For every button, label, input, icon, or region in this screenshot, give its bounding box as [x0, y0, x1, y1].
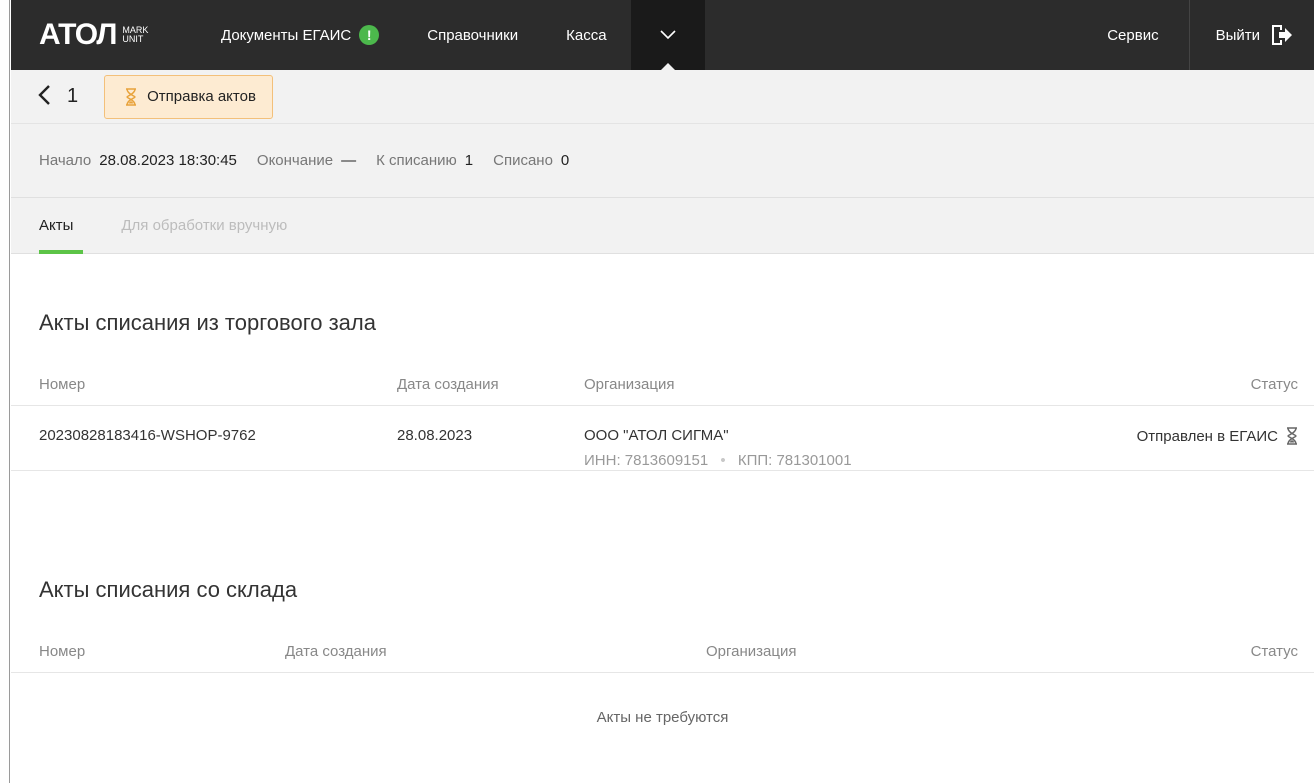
- column-header-status: Статус: [1250, 643, 1298, 660]
- start-value: 28.08.2023 18:30:45: [99, 152, 237, 169]
- end-value: —: [341, 152, 357, 169]
- status-badge: Отправка актов: [104, 74, 273, 119]
- chevron-down-icon: [659, 30, 676, 40]
- warehouse-section-title: Акты списания со склада: [39, 577, 298, 602]
- nav-directories-label: Справочники: [427, 26, 519, 44]
- org-inn: ИНН: 7813609151: [584, 452, 709, 469]
- table-row[interactable]: 20230828183416-WSHOP-9762 28.08.2023 ООО…: [11, 407, 1314, 471]
- nav-service-label: Сервис: [1107, 26, 1159, 44]
- column-header-date: Дата создания: [285, 643, 387, 660]
- start-label: Начало: [39, 152, 92, 169]
- act-date: 28.08.2023: [397, 427, 473, 444]
- hall-section-title: Акты списания из торгового зала: [39, 310, 376, 335]
- column-header-organization: Организация: [706, 643, 797, 660]
- nav-directories[interactable]: Справочники: [403, 0, 542, 70]
- logo-text: АТОЛ: [39, 18, 117, 51]
- hourglass-icon: [126, 87, 137, 106]
- act-status: Отправлен в ЕГАИС: [1137, 427, 1298, 445]
- brand-logo[interactable]: АТОЛ MARK UNIT: [11, 0, 191, 70]
- column-header-status: Статус: [1250, 376, 1298, 393]
- hourglass-icon: [1287, 427, 1297, 445]
- written-label: Списано: [493, 152, 553, 169]
- warehouse-table-header: Номер Дата создания Организация Статус: [11, 633, 1314, 673]
- logo-subtext: MARK UNIT: [122, 25, 149, 44]
- logout-icon: [1272, 25, 1292, 45]
- nav-cash-label: Касса: [566, 26, 607, 44]
- page-number: 1: [67, 85, 79, 107]
- nav-egais-documents-label: Документы ЕГАИС: [221, 26, 352, 44]
- app: АТОЛ MARK UNIT Документы ЕГАИС ! Справоч…: [11, 0, 1314, 783]
- written-value: 0: [560, 152, 570, 169]
- act-number: 20230828183416-WSHOP-9762: [39, 427, 256, 444]
- nav-more-button[interactable]: [630, 0, 705, 71]
- nav-egais-documents[interactable]: Документы ЕГАИС !: [191, 0, 403, 70]
- to-writeoff-value: 1: [464, 152, 474, 169]
- tab-manual-processing[interactable]: Для обработки вручную: [121, 198, 287, 253]
- logout-button[interactable]: Выйти: [1188, 0, 1314, 70]
- to-writeoff-label: К списанию: [376, 152, 457, 169]
- nav-service[interactable]: Сервис: [1077, 0, 1188, 70]
- column-header-organization: Организация: [584, 376, 675, 393]
- info-bar: Начало 28.08.2023 18:30:45 Окончание — К…: [11, 124, 1314, 198]
- tabs: Акты Для обработки вручную: [11, 198, 1314, 254]
- empty-state-message: Акты не требуются: [596, 709, 729, 726]
- separator-dot-icon: •: [720, 452, 726, 469]
- logout-label: Выйти: [1215, 26, 1260, 44]
- status-label: Отправка актов: [147, 88, 256, 105]
- act-status-label: Отправлен в ЕГАИС: [1136, 427, 1278, 445]
- column-header-number: Номер: [39, 376, 86, 393]
- nav-cash[interactable]: Касса: [542, 0, 630, 70]
- top-nav: АТОЛ MARK UNIT Документы ЕГАИС ! Справоч…: [11, 0, 1314, 71]
- tab-acts[interactable]: Акты: [39, 198, 84, 254]
- page-header: 1 Отправка актов: [11, 70, 1314, 124]
- act-organization: ООО "АТОЛ СИГМА": [584, 427, 729, 444]
- column-header-number: Номер: [39, 643, 86, 660]
- column-header-date: Дата создания: [397, 376, 499, 393]
- window-left-edge: [0, 0, 10, 783]
- act-org-details: ИНН: 7813609151 • КПП: 781301001: [584, 452, 852, 469]
- back-arrow-icon[interactable]: [37, 84, 51, 110]
- org-kpp: КПП: 781301001: [737, 452, 852, 469]
- alert-badge-icon: !: [359, 25, 380, 45]
- end-label: Окончание: [256, 152, 334, 169]
- hall-table-header: Номер Дата создания Организация Статус: [11, 366, 1314, 406]
